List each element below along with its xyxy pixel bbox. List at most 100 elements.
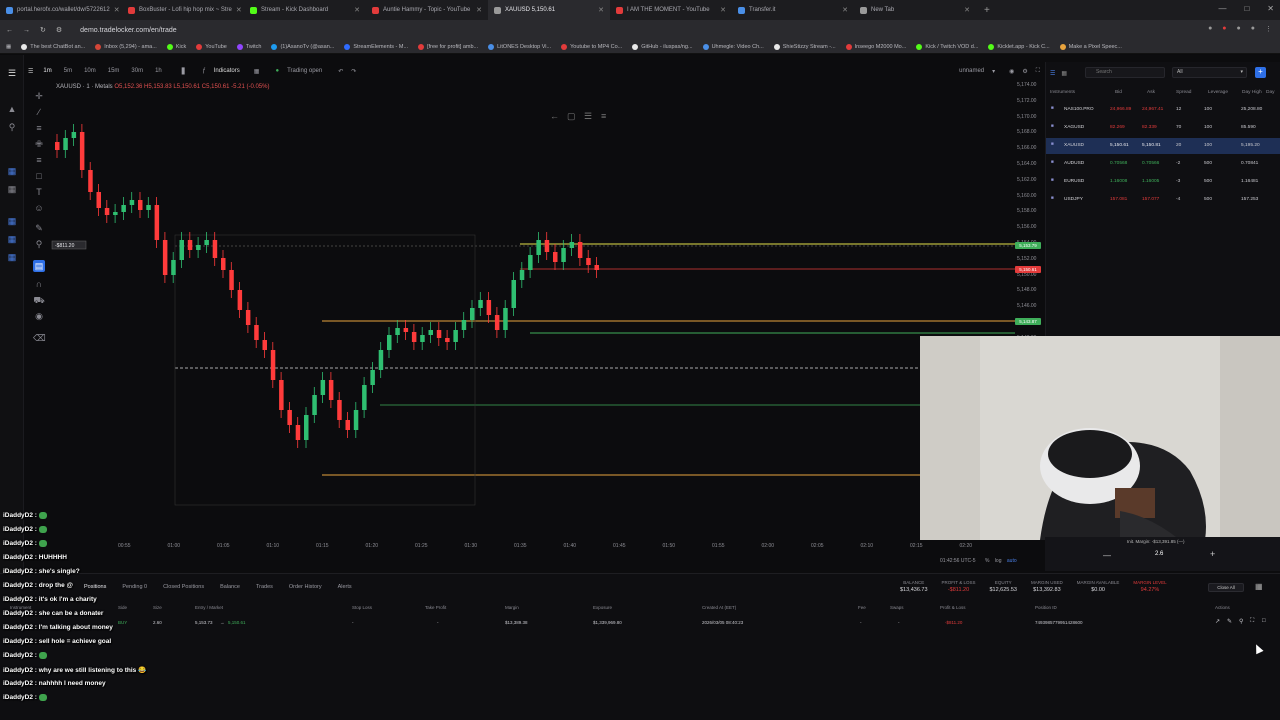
price-chart[interactable]: -$811.20 ← ▢ ☰ ≡ <box>50 80 1040 555</box>
chart-type-icon[interactable]: ▋ <box>182 68 187 75</box>
chart-icon[interactable]: ▦ <box>6 215 18 227</box>
instrument-row[interactable]: ■ USDJPY 157.081 157.077 -4 500 157.253 <box>1046 192 1280 208</box>
chart-icon[interactable]: ▦ <box>6 165 18 177</box>
layout-name[interactable]: unnamed <box>959 68 984 74</box>
pencil-icon[interactable]: ✎ <box>33 222 45 234</box>
lock-icon[interactable]: ⛟ <box>33 294 45 306</box>
instrument-filter-select[interactable]: All ▾ <box>1172 67 1247 78</box>
trend-line-icon[interactable]: ∕ <box>33 106 45 118</box>
indicators-icon[interactable]: ƒ <box>202 68 205 74</box>
undo-icon[interactable]: ↶ <box>338 68 343 75</box>
extension-icon[interactable]: ● <box>1237 25 1241 33</box>
chart-icon[interactable]: ▦ <box>6 233 18 245</box>
instrument-row[interactable]: ■ XAUUSD 5,150.61 5,150.81 20 100 5,195.20 <box>1046 138 1280 154</box>
tab-close-icon[interactable]: ✕ <box>476 6 482 14</box>
tab-close-icon[interactable]: ✕ <box>842 6 848 14</box>
redo-icon[interactable]: ↷ <box>351 68 356 75</box>
settings-icon[interactable]: ⚙ <box>1022 68 1027 75</box>
horizontal-lines-icon[interactable]: ≡ <box>33 122 45 134</box>
instrument-search-input[interactable]: Search <box>1085 67 1165 78</box>
positions-column-header[interactable]: Stop Loss <box>352 605 372 610</box>
positions-column-header[interactable]: Exposure <box>593 605 612 610</box>
zoom-icon[interactable]: ⚲ <box>33 238 45 250</box>
trash-icon[interactable]: ⌫ <box>33 332 46 344</box>
tab-close-icon[interactable]: ✕ <box>354 6 360 14</box>
positions-column-header[interactable]: Position ID <box>1035 605 1057 610</box>
tab-close-icon[interactable]: ✕ <box>598 6 604 14</box>
instrument-row[interactable]: ■ EURUSD 1.16008 1.16005 -3 500 1.16481 <box>1046 174 1280 190</box>
apps-icon[interactable]: ▦ <box>6 44 11 50</box>
browser-tab[interactable]: New Tab ✕ <box>854 0 976 20</box>
emoji-icon[interactable]: ☺ <box>33 202 45 214</box>
tab-close-icon[interactable]: ✕ <box>114 6 120 14</box>
instruments-column-header[interactable]: Ask <box>1147 90 1155 95</box>
grid-icon[interactable]: ▦ <box>1061 70 1067 77</box>
instruments-column-header[interactable]: Leverage <box>1208 90 1228 95</box>
browser-tab[interactable]: XAUUSD 5,150.61 ✕ <box>488 0 610 20</box>
browser-tab[interactable]: Transfer.it ✕ <box>732 0 854 20</box>
chart-menu-icon[interactable]: ☰ <box>28 68 33 75</box>
close-position-icon[interactable]: □ <box>1262 618 1266 624</box>
positions-column-header[interactable]: Created At (EET) <box>702 605 736 610</box>
bookmark[interactable]: StreamElements - M... <box>344 43 408 50</box>
timeframe-15m[interactable]: 15m <box>106 67 122 75</box>
position-badge[interactable]: -$811.20 <box>51 240 87 250</box>
positions-column-header[interactable]: Swaps <box>890 605 904 610</box>
reload-icon[interactable]: ↻ <box>40 26 46 34</box>
bookmark[interactable]: YouTube <box>196 43 227 50</box>
search-icon[interactable]: ⚲ <box>6 121 18 133</box>
qty-plus-button[interactable]: + <box>1210 549 1215 559</box>
indicators-button[interactable]: Indicators <box>214 68 240 74</box>
chart-floating-tool-icon[interactable]: ← <box>550 111 559 121</box>
tab-close-icon[interactable]: ✕ <box>236 6 242 14</box>
close-all-button[interactable]: Close All <box>1208 583 1244 592</box>
expand-icon[interactable]: ⛶ <box>1250 618 1254 625</box>
fib-icon[interactable]: ≡ <box>33 154 45 166</box>
chart-floating-tool-icon[interactable]: ☰ <box>584 111 592 121</box>
bookmark[interactable]: Twitch <box>236 43 261 50</box>
positions-column-header[interactable]: Fee <box>858 605 866 610</box>
account-tab[interactable]: Alerts <box>338 584 352 590</box>
browser-tab[interactable]: I AM THE MOMENT - YouTube ✕ <box>610 0 732 20</box>
magnet-icon[interactable]: ∩ <box>33 278 45 290</box>
close-icon[interactable]: ✕ <box>1267 4 1274 13</box>
position-tp[interactable]: - <box>437 620 439 625</box>
menu-icon[interactable]: ⋮ <box>1265 25 1272 33</box>
maximize-icon[interactable]: □ <box>1244 4 1249 13</box>
bookmark[interactable]: Inbox (5,294) - ama... <box>95 43 157 50</box>
browser-tab[interactable]: BoxBuster - Lofi hip hop mix ~ Stre ✕ <box>122 0 244 20</box>
bookmark[interactable]: (1)AsanoTv (@asan... <box>271 43 334 50</box>
positions-column-header[interactable]: Profit & Loss <box>940 605 966 610</box>
chart-icon[interactable]: ▦ <box>6 183 18 195</box>
edit-icon[interactable]: ✎ <box>1227 618 1232 625</box>
chart-floating-tool-icon[interactable]: ≡ <box>601 111 606 121</box>
timeframe-5m[interactable]: 5m <box>62 67 74 75</box>
logo-icon[interactable]: ☰ <box>6 67 18 79</box>
bookmark[interactable]: The best ChatBot an... <box>21 43 85 50</box>
bookmark[interactable]: Kick / Twitch VOD d... <box>916 43 978 50</box>
account-tab[interactable]: Order History <box>289 584 322 590</box>
instrument-row[interactable]: ■ NAS100.PRO 24,966.89 24,967.41 12 100 25,208… <box>1046 102 1280 118</box>
url-field[interactable]: demo.tradelocker.com/en/trade <box>80 27 177 34</box>
minimize-icon[interactable]: — <box>1218 4 1226 13</box>
chart-floating-tool-icon[interactable]: ▢ <box>567 111 576 121</box>
instruments-column-header[interactable]: Bid <box>1115 90 1122 95</box>
extension-icon[interactable]: ● <box>1222 25 1226 33</box>
bookmark[interactable]: Kick <box>166 43 186 50</box>
instruments-column-header[interactable]: Day High <box>1242 90 1262 95</box>
percent-scale-toggle[interactable]: % <box>985 558 989 564</box>
add-instrument-button[interactable]: + <box>1255 67 1266 78</box>
timeframe-10m[interactable]: 10m <box>82 67 98 75</box>
bookmark[interactable]: Inseego M2000 Mo... <box>845 43 906 50</box>
account-tab[interactable]: Trades <box>256 584 273 590</box>
positions-column-header[interactable]: Take Profit <box>425 605 446 610</box>
tab-close-icon[interactable]: ✕ <box>964 6 970 14</box>
qty-input[interactable]: 2.6 <box>1155 551 1163 557</box>
text-icon[interactable]: T <box>33 186 45 198</box>
back-icon[interactable]: ← <box>6 27 13 34</box>
browser-tab[interactable]: Auntie Hammy - Topic - YouTube ✕ <box>366 0 488 20</box>
browser-tab[interactable]: Stream - Kick Dashboard ✕ <box>244 0 366 20</box>
positions-column-header[interactable]: Margin <box>505 605 519 610</box>
instrument-row[interactable]: ■ XAGUSD 82.269 82.339 70 100 85.590 <box>1046 120 1280 136</box>
camera-icon[interactable]: ◉ <box>1009 68 1014 75</box>
